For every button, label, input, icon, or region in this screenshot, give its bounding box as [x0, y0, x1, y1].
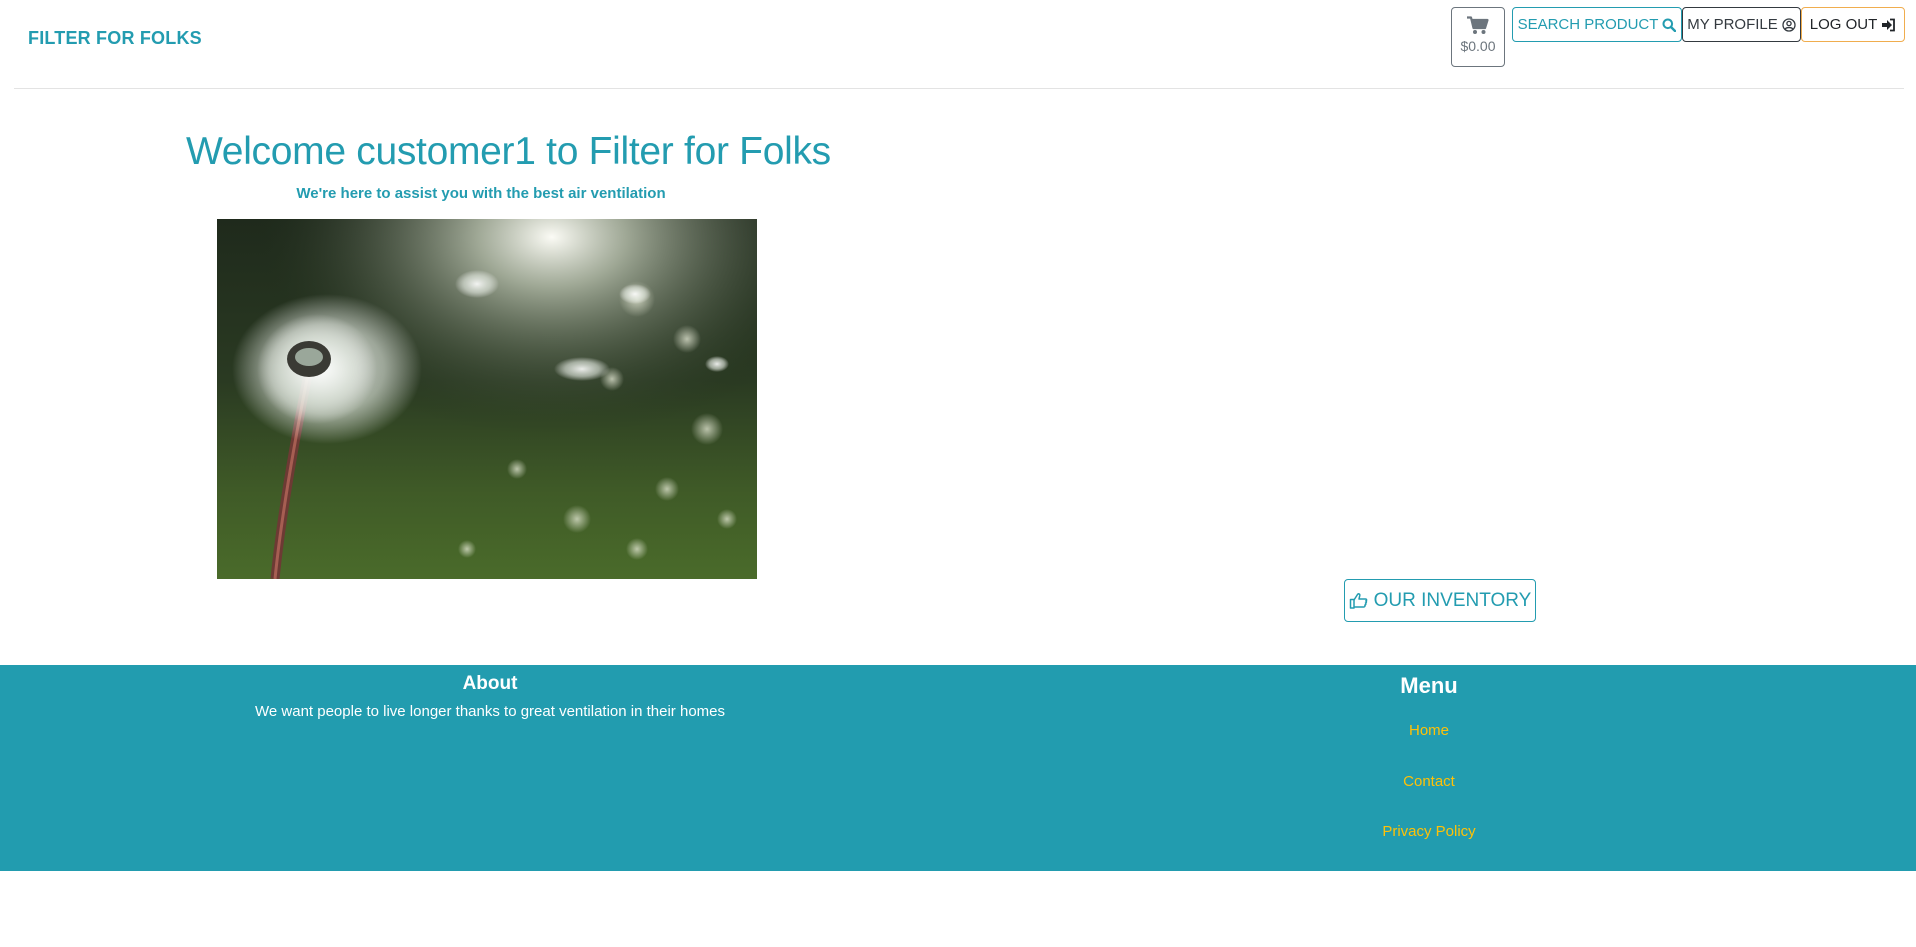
- brand-logo[interactable]: FILTER FOR FOLKS: [28, 28, 202, 49]
- user-circle-icon: [1782, 17, 1796, 32]
- sign-in-icon: [1882, 18, 1896, 31]
- navbar-divider: [14, 88, 1904, 89]
- my-profile-button[interactable]: MY PROFILE: [1682, 7, 1801, 42]
- hand-pointer-icon: [1349, 592, 1367, 609]
- about-title: About: [462, 673, 518, 694]
- search-product-button[interactable]: SEARCH PRODUCT: [1512, 7, 1682, 42]
- about-text: We want people to live longer thanks to …: [255, 703, 725, 720]
- cart-icon: [1467, 16, 1489, 34]
- our-inventory-label: OUR INVENTORY: [1373, 589, 1532, 611]
- search-icon: [1662, 18, 1677, 32]
- dandelion-hero-image: [217, 219, 757, 579]
- footer-link-privacy-policy[interactable]: Privacy Policy: [1300, 823, 1558, 840]
- cart-button[interactable]: $0.00: [1451, 7, 1505, 67]
- my-profile-label: MY PROFILE: [1687, 16, 1778, 33]
- search-product-label: SEARCH PRODUCT: [1517, 16, 1659, 33]
- log-out-button[interactable]: LOG OUT: [1801, 7, 1905, 42]
- log-out-label: LOG OUT: [1809, 16, 1878, 33]
- our-inventory-button[interactable]: OUR INVENTORY: [1344, 579, 1536, 622]
- footer: About We want people to live longer than…: [0, 665, 1916, 871]
- footer-link-contact[interactable]: Contact: [1300, 773, 1558, 790]
- tagline: We're here to assist you with the best a…: [296, 185, 666, 202]
- cart-total: $0.00: [1460, 38, 1496, 54]
- footer-link-home[interactable]: Home: [1300, 722, 1558, 739]
- navbar: FILTER FOR FOLKS $0.00 SEARCH PRODUCT MY…: [0, 0, 1916, 89]
- welcome-title: Welcome customer1 to Filter for Folks: [186, 130, 831, 173]
- menu-title: Menu: [1400, 673, 1458, 698]
